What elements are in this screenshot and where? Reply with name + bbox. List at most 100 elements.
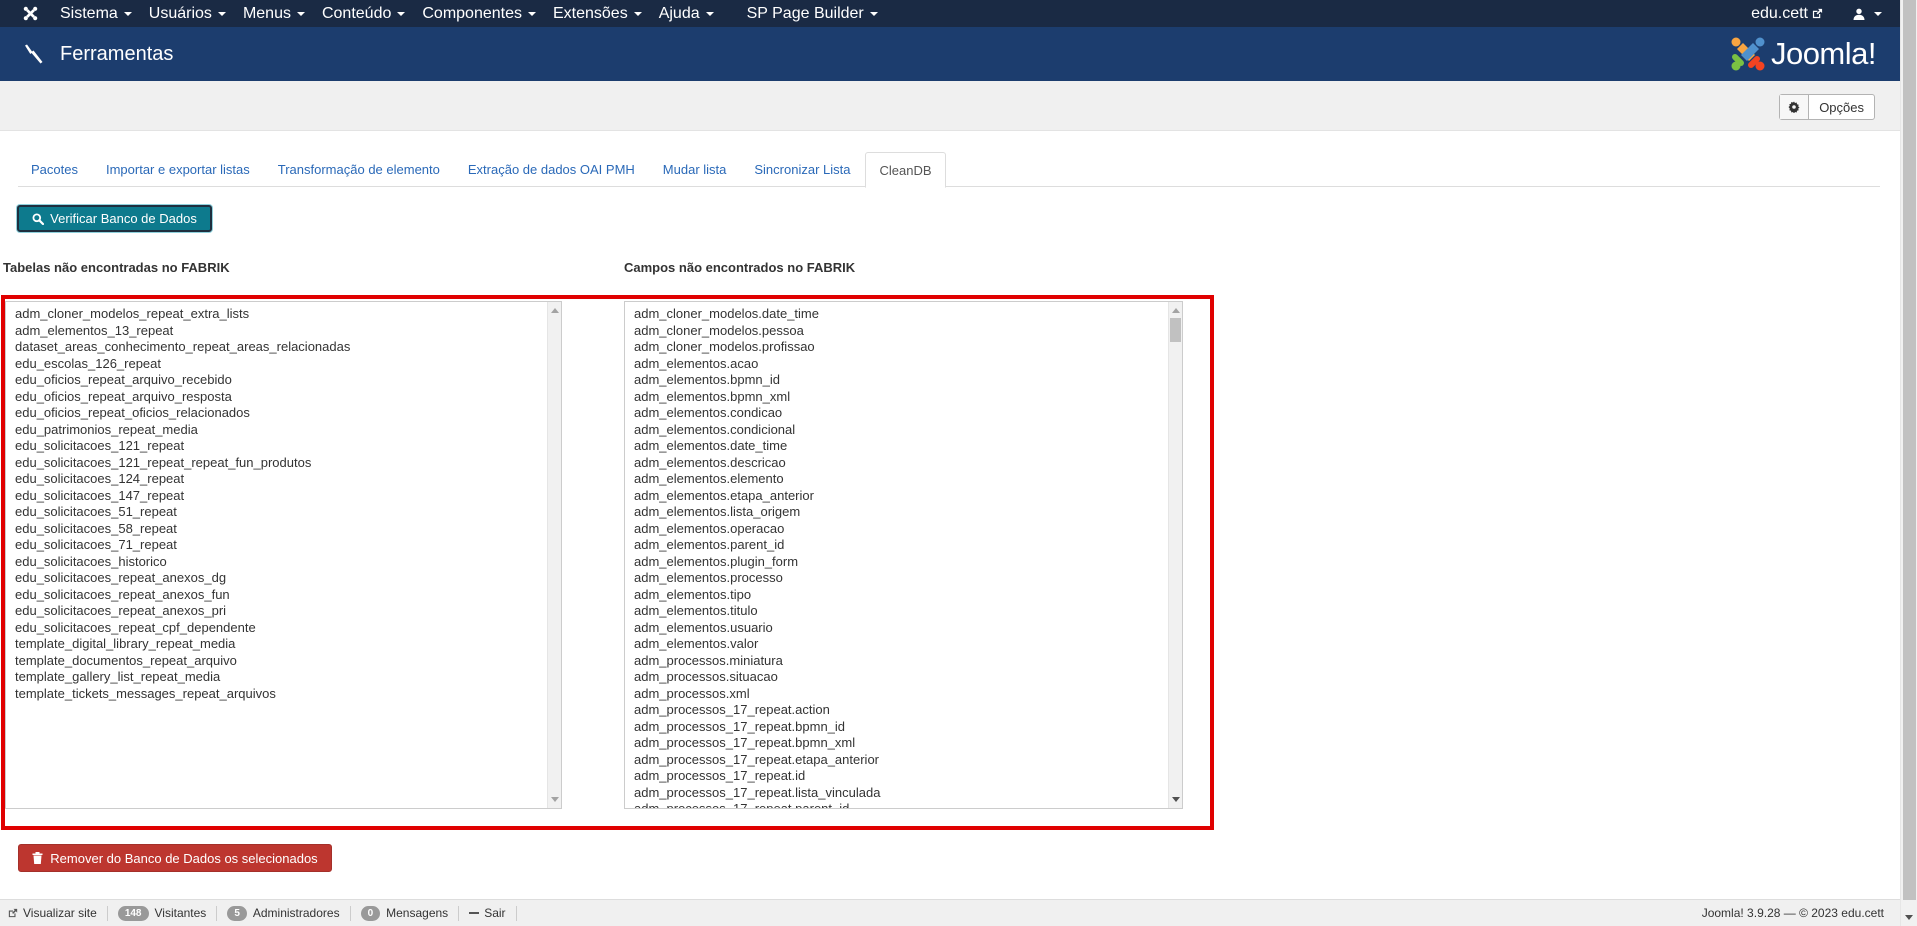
menu-sistema[interactable]: Sistema — [60, 5, 143, 23]
messages-badge: 0 — [360, 905, 381, 921]
remove-selected-button[interactable]: Remover do Banco de Dados os selecionado… — [18, 844, 332, 872]
list-item[interactable]: adm_elementos.processo — [634, 570, 1182, 587]
list-item[interactable]: adm_elementos.titulo — [634, 603, 1182, 620]
messages-link[interactable]: 0 Mensagens — [351, 905, 460, 921]
list-item[interactable]: adm_elementos.operacao — [634, 521, 1182, 538]
list-item[interactable]: edu_patrimonios_repeat_media — [15, 422, 561, 439]
tab-cleandb[interactable]: CleanDB — [865, 152, 946, 188]
list-item[interactable]: edu_solicitacoes_71_repeat — [15, 537, 561, 554]
user-menu[interactable] — [1853, 8, 1882, 20]
list-item[interactable]: adm_elementos.usuario — [634, 620, 1182, 637]
joomla-menu-icon[interactable] — [0, 0, 60, 27]
tab-transformacao-elemento[interactable]: Transformação de elemento — [265, 152, 453, 187]
list-item[interactable]: adm_cloner_modelos.pessoa — [634, 323, 1182, 340]
search-icon — [32, 213, 45, 225]
page-scrollbar-thumb[interactable] — [1903, 0, 1916, 900]
visitors-link[interactable]: 148 Visitantes — [108, 905, 218, 921]
list-item[interactable]: edu_oficios_repeat_arquivo_resposta — [15, 389, 561, 406]
external-link-icon — [8, 908, 18, 918]
list-item[interactable]: edu_solicitacoes_147_repeat — [15, 488, 561, 505]
trash-icon — [32, 852, 43, 864]
list-item[interactable]: adm_elementos.plugin_form — [634, 554, 1182, 571]
menu-conteudo[interactable]: Conteúdo — [322, 5, 416, 23]
list-item[interactable]: adm_elementos.bpmn_id — [634, 372, 1182, 389]
site-link[interactable]: edu.cett — [1751, 5, 1823, 23]
menu-menus[interactable]: Menus — [243, 5, 316, 23]
list-item[interactable]: adm_cloner_modelos_repeat_extra_lists — [15, 306, 561, 323]
list-item[interactable]: edu_solicitacoes_121_repeat — [15, 438, 561, 455]
toolbar: Opções — [0, 81, 1900, 131]
admins-link[interactable]: 5 Administradores — [217, 905, 351, 921]
list-item[interactable]: adm_elementos.etapa_anterior — [634, 488, 1182, 505]
page-scrollbar[interactable] — [1900, 0, 1917, 926]
list-item[interactable]: adm_processos_17_repeat.etapa_anterior — [634, 752, 1182, 769]
chevron-down-icon — [123, 11, 132, 16]
menu-componentes[interactable]: Componentes — [422, 5, 547, 23]
list-item[interactable]: adm_elementos.condicional — [634, 422, 1182, 439]
list-item[interactable]: adm_elementos.bpmn_xml — [634, 389, 1182, 406]
tab-sincronizar-lista[interactable]: Sincronizar Lista — [741, 152, 863, 187]
scrollbar-thumb[interactable] — [1170, 318, 1181, 342]
menu-usuarios[interactable]: Usuários — [149, 5, 237, 23]
list-item[interactable]: edu_solicitacoes_repeat_anexos_fun — [15, 587, 561, 604]
chevron-down-icon — [527, 11, 536, 16]
list-item[interactable]: edu_oficios_repeat_arquivo_recebido — [15, 372, 561, 389]
list-item[interactable]: adm_processos_17_repeat.bpmn_xml — [634, 735, 1182, 752]
list-item[interactable]: template_documentos_repeat_arquivo — [15, 653, 561, 670]
tab-pacotes[interactable]: Pacotes — [18, 152, 91, 187]
list-item[interactable]: adm_elementos.date_time — [634, 438, 1182, 455]
list-item[interactable]: adm_processos.situacao — [634, 669, 1182, 686]
list-item[interactable]: template_tickets_messages_repeat_arquivo… — [15, 686, 561, 703]
logout-link[interactable]: Sair — [459, 905, 517, 921]
list-item[interactable]: adm_elementos.valor — [634, 636, 1182, 653]
tab-importar-exportar[interactable]: Importar e exportar listas — [93, 152, 263, 187]
fields-scrollbar[interactable] — [1168, 302, 1182, 808]
list-item[interactable]: edu_solicitacoes_historico — [15, 554, 561, 571]
list-item[interactable]: adm_processos_17_repeat.bpmn_id — [634, 719, 1182, 736]
list-item[interactable]: template_gallery_list_repeat_media — [15, 669, 561, 686]
list-item[interactable]: edu_solicitacoes_repeat_cpf_dependente — [15, 620, 561, 637]
menu-ajuda[interactable]: Ajuda — [659, 5, 725, 23]
chevron-down-icon — [296, 11, 305, 16]
joomla-logo-icon — [1731, 37, 1765, 71]
tables-listbox[interactable]: adm_cloner_modelos_repeat_extra_lists adm… — [5, 301, 562, 809]
list-item[interactable]: edu_solicitacoes_58_repeat — [15, 521, 561, 538]
scroll-down-icon — [1905, 915, 1913, 920]
list-item[interactable]: adm_elementos.tipo — [634, 587, 1182, 604]
list-item[interactable]: edu_solicitacoes_124_repeat — [15, 471, 561, 488]
list-item[interactable]: adm_processos_17_repeat.action — [634, 702, 1182, 719]
tab-mudar-lista[interactable]: Mudar lista — [650, 152, 740, 187]
list-item[interactable]: adm_elementos.elemento — [634, 471, 1182, 488]
list-item[interactable]: edu_solicitacoes_repeat_anexos_dg — [15, 570, 561, 587]
list-item[interactable]: adm_processos_17_repeat.lista_vinculada — [634, 785, 1182, 802]
verify-database-button[interactable]: Verificar Banco de Dados — [17, 205, 212, 232]
view-site-link[interactable]: Visualizar site — [0, 905, 108, 921]
list-item[interactable]: adm_cloner_modelos.profissao — [634, 339, 1182, 356]
list-item[interactable]: edu_escolas_126_repeat — [15, 356, 561, 373]
list-item[interactable]: adm_processos.xml — [634, 686, 1182, 703]
list-item[interactable]: adm_elementos.parent_id — [634, 537, 1182, 554]
list-item[interactable]: adm_elementos.acao — [634, 356, 1182, 373]
options-button[interactable]: Opções — [1779, 94, 1875, 120]
list-item[interactable]: adm_elementos_13_repeat — [15, 323, 561, 340]
scroll-down-icon — [551, 797, 559, 802]
list-item[interactable]: dataset_areas_conhecimento_repeat_areas_… — [15, 339, 561, 356]
tab-extracao-oai-pmh[interactable]: Extração de dados OAI PMH — [455, 152, 648, 187]
list-item[interactable]: adm_processos_17_repeat.parent_id — [634, 801, 1182, 808]
list-item[interactable]: template_digital_library_repeat_media — [15, 636, 561, 653]
menu-sp-page-builder[interactable]: SP Page Builder — [747, 5, 889, 23]
visitors-badge: 148 — [117, 905, 149, 921]
tables-scrollbar[interactable] — [547, 302, 561, 808]
list-item[interactable]: adm_elementos.lista_origem — [634, 504, 1182, 521]
list-item[interactable]: edu_solicitacoes_51_repeat — [15, 504, 561, 521]
menu-extensoes[interactable]: Extensões — [553, 5, 653, 23]
list-item[interactable]: adm_elementos.condicao — [634, 405, 1182, 422]
list-item[interactable]: edu_solicitacoes_121_repeat_repeat_fun_p… — [15, 455, 561, 472]
list-item[interactable]: adm_processos_17_repeat.id — [634, 768, 1182, 785]
list-item[interactable]: adm_elementos.descricao — [634, 455, 1182, 472]
list-item[interactable]: edu_oficios_repeat_oficios_relacionados — [15, 405, 561, 422]
fields-listbox[interactable]: adm_cloner_modelos.date_time adm_cloner_m… — [624, 301, 1183, 809]
list-item[interactable]: adm_processos.miniatura — [634, 653, 1182, 670]
list-item[interactable]: edu_solicitacoes_repeat_anexos_pri — [15, 603, 561, 620]
list-item[interactable]: adm_cloner_modelos.date_time — [634, 306, 1182, 323]
